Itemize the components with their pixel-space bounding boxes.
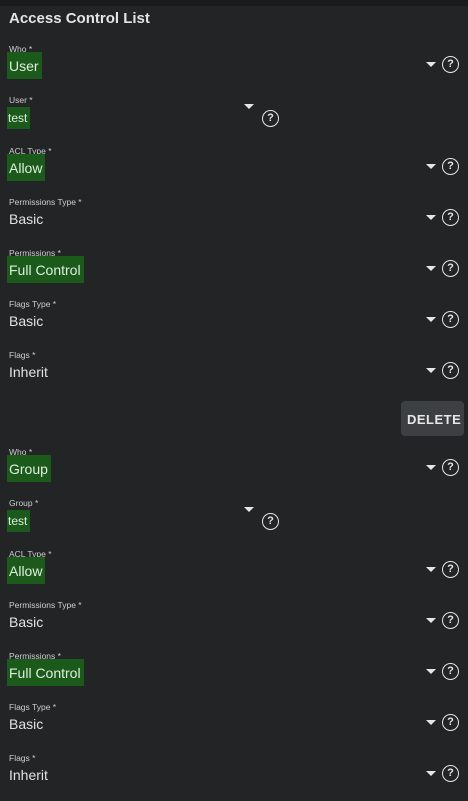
field-value: Basic: [9, 614, 44, 630]
permissions-type-select[interactable]: Permissions Type * Basic ?: [0, 600, 468, 648]
field-value: Inherit: [9, 364, 48, 380]
field-value: Full Control: [7, 659, 84, 686]
field-value: Allow: [7, 154, 46, 181]
caret-down-icon[interactable]: [244, 507, 254, 512]
help-circle-icon[interactable]: ?: [442, 56, 459, 73]
field-value: Full Control: [7, 256, 84, 283]
acl-type-select[interactable]: ACL Type * Allow ?: [0, 549, 468, 597]
acl-type-select[interactable]: ACL Type * Allow ?: [0, 146, 468, 194]
caret-down-icon[interactable]: [426, 720, 436, 725]
help-circle-icon[interactable]: ?: [442, 561, 459, 578]
caret-down-icon[interactable]: [426, 669, 436, 674]
help-circle-icon[interactable]: ?: [442, 209, 459, 226]
caret-down-icon[interactable]: [426, 164, 436, 169]
field-label: Permissions Type *: [9, 600, 82, 610]
help-circle-icon[interactable]: ?: [442, 459, 459, 476]
delete-button[interactable]: DELETE: [401, 401, 464, 436]
flags-type-select[interactable]: Flags Type * Basic ?: [0, 299, 468, 347]
field-value: Basic: [9, 716, 44, 732]
panel-title: Access Control List: [9, 10, 150, 27]
permissions-select[interactable]: Permissions * Full Control ?: [0, 248, 468, 296]
help-circle-icon[interactable]: ?: [442, 714, 459, 731]
field-value: Allow: [7, 557, 46, 584]
who-select[interactable]: Who * Group ?: [0, 447, 468, 495]
field-label: User *: [9, 95, 33, 105]
caret-down-icon[interactable]: [426, 465, 436, 470]
caret-down-icon[interactable]: [426, 317, 436, 322]
help-circle-icon[interactable]: ?: [442, 612, 459, 629]
permissions-type-select[interactable]: Permissions Type * Basic ?: [0, 197, 468, 245]
help-circle-icon[interactable]: ?: [442, 260, 459, 277]
flags-type-select[interactable]: Flags Type * Basic ?: [0, 702, 468, 750]
caret-down-icon[interactable]: [426, 266, 436, 271]
caret-down-icon[interactable]: [244, 104, 254, 109]
field-label: Flags Type *: [9, 299, 57, 309]
caret-down-icon[interactable]: [426, 62, 436, 67]
caret-down-icon[interactable]: [426, 618, 436, 623]
field-value: test: [7, 510, 31, 532]
field-label: Flags *: [9, 753, 36, 763]
who-select[interactable]: Who * User ?: [0, 44, 468, 92]
field-label: Flags *: [9, 350, 36, 360]
field-value: Basic: [9, 313, 44, 329]
caret-down-icon[interactable]: [426, 771, 436, 776]
help-circle-icon[interactable]: ?: [442, 362, 459, 379]
help-circle-icon[interactable]: ?: [442, 765, 459, 782]
field-value: Inherit: [9, 767, 48, 783]
caret-down-icon[interactable]: [426, 368, 436, 373]
field-value: test: [7, 107, 31, 129]
help-circle-icon[interactable]: ?: [262, 110, 279, 127]
field-value: User: [7, 52, 42, 79]
flags-select[interactable]: Flags * Inherit ?: [0, 753, 468, 801]
field-value: Group: [7, 455, 51, 482]
user-select[interactable]: User * test ?: [0, 95, 468, 143]
field-label: Flags Type *: [9, 702, 57, 712]
acl-panel: Access Control List Who * User ? User * …: [0, 0, 468, 801]
field-label: Permissions Type *: [9, 197, 82, 207]
help-circle-icon[interactable]: ?: [442, 311, 459, 328]
permissions-select[interactable]: Permissions * Full Control ?: [0, 651, 468, 699]
caret-down-icon[interactable]: [426, 215, 436, 220]
group-select[interactable]: Group * test ?: [0, 498, 468, 546]
field-value: Basic: [9, 211, 44, 227]
help-circle-icon[interactable]: ?: [262, 513, 279, 530]
field-label: Group *: [9, 498, 39, 508]
help-circle-icon[interactable]: ?: [442, 663, 459, 680]
caret-down-icon[interactable]: [426, 567, 436, 572]
flags-select[interactable]: Flags * Inherit ?: [0, 350, 468, 398]
help-circle-icon[interactable]: ?: [442, 158, 459, 175]
